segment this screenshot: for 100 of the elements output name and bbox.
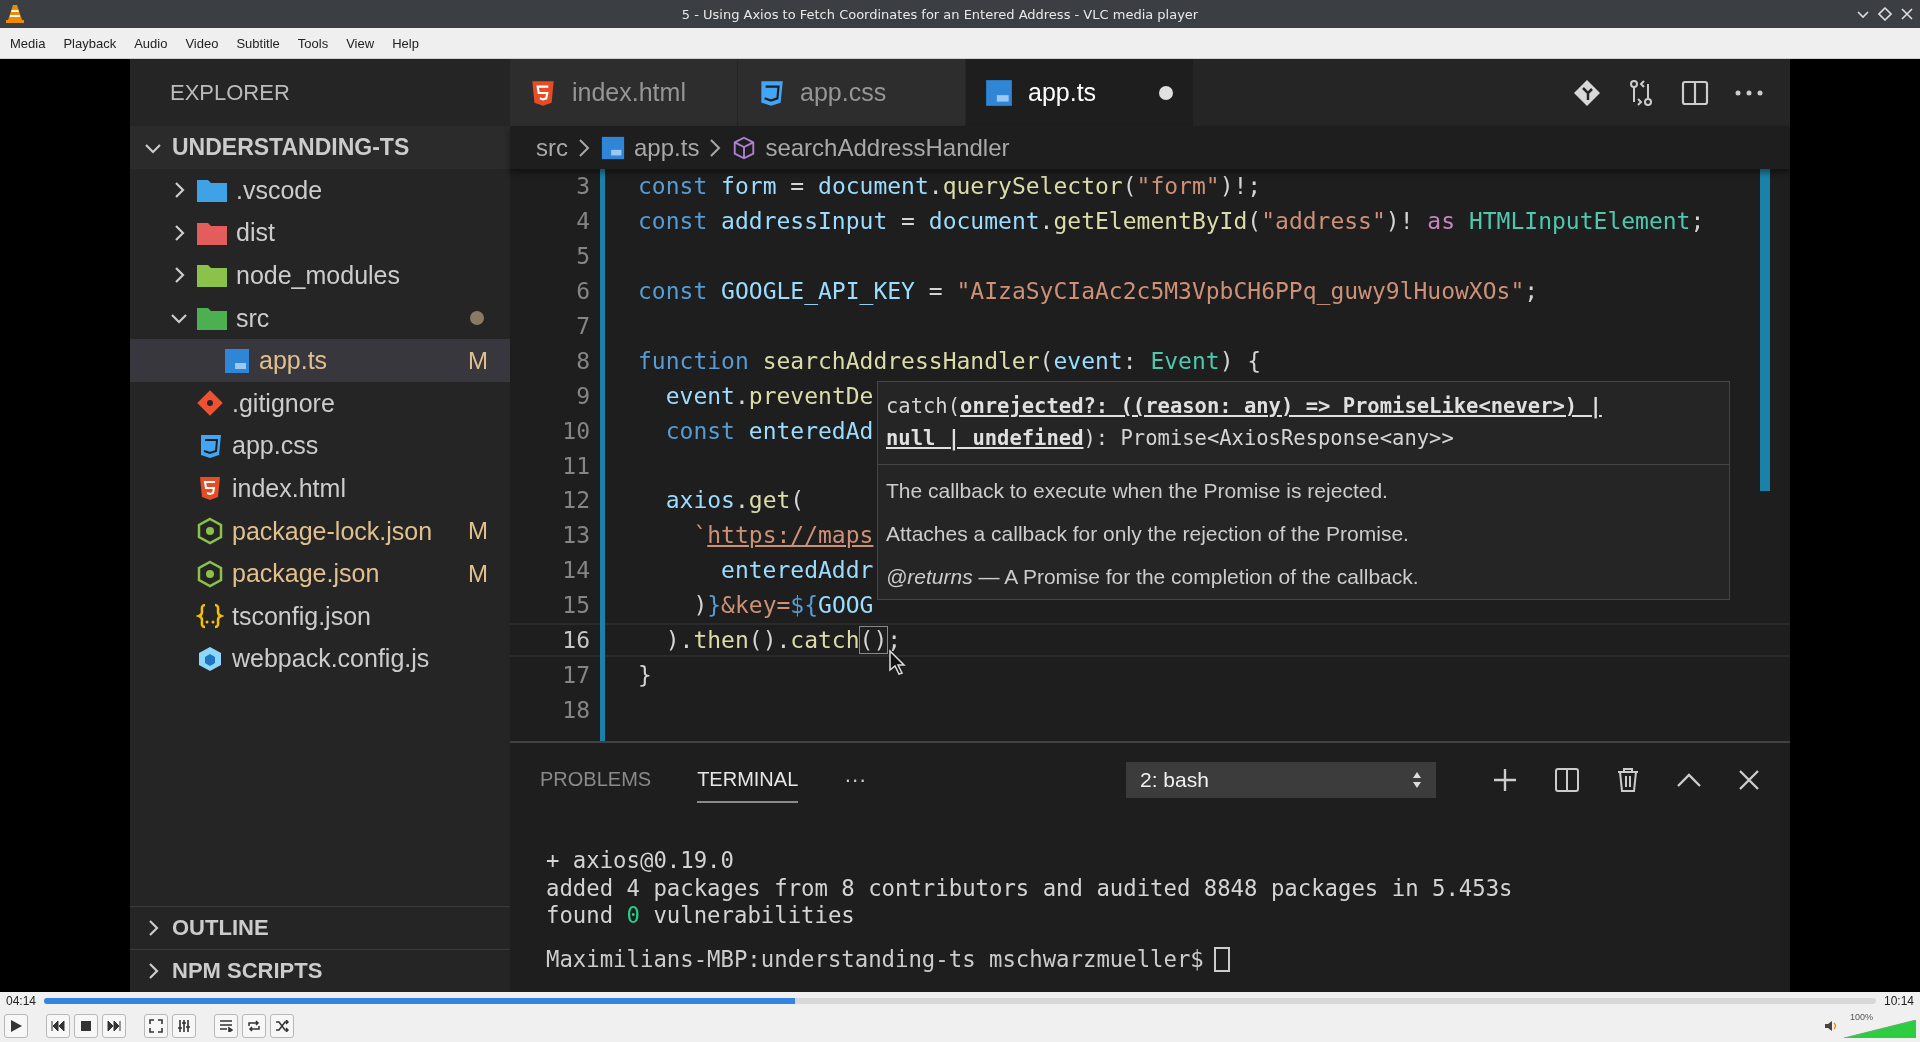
- speaker-icon[interactable]: [1824, 1020, 1838, 1032]
- menu-item[interactable]: Subtitle: [228, 31, 288, 55]
- close-icon[interactable]: [1900, 7, 1914, 21]
- stop-icon: [81, 1021, 91, 1031]
- file-name: dist: [236, 218, 276, 248]
- file-icon: [600, 134, 626, 161]
- menu-item[interactable]: Playback: [55, 31, 125, 55]
- close-icon[interactable]: [1738, 769, 1760, 791]
- line-number: 13: [561, 522, 590, 549]
- scrollbar[interactable]: [1760, 169, 1770, 491]
- menu-item[interactable]: View: [338, 31, 383, 55]
- file-icon: [223, 346, 251, 375]
- line-number: 11: [561, 452, 590, 479]
- code-line: enteredAddr: [720, 557, 874, 584]
- file-icon: [984, 77, 1014, 108]
- loop-button[interactable]: [242, 1014, 266, 1038]
- signature-line: catch(onrejected?: ((reason: any) => PromiseLike<never>) |: [886, 393, 1603, 421]
- chevron-icon: [578, 137, 590, 158]
- more-button[interactable]: ···: [844, 767, 867, 793]
- tree-item[interactable]: node_modules: [130, 254, 510, 297]
- seek-bar[interactable]: [44, 998, 1876, 1004]
- unsaved-dot: [1159, 85, 1173, 100]
- line-number: 16: [561, 627, 590, 653]
- editor-tab[interactable]: app.css: [738, 59, 966, 126]
- code-line: )}&key=${GOOG: [692, 592, 874, 619]
- file-icon: [196, 559, 224, 588]
- tree-item[interactable]: UNDERSTANDING-TS: [130, 126, 510, 169]
- panel-tab[interactable]: PROBLEMS: [540, 757, 652, 803]
- braces-icon: [196, 602, 224, 631]
- file-name: webpack.config.js: [232, 644, 431, 674]
- tree-item[interactable]: app.css: [130, 424, 510, 468]
- breadcrumb[interactable]: app.ts: [600, 133, 700, 162]
- tree-item[interactable]: .vscode: [130, 169, 510, 212]
- editor-tab[interactable]: app.ts: [966, 59, 1194, 126]
- menu-item[interactable]: Tools: [289, 31, 337, 55]
- equalizer-button[interactable]: [172, 1014, 196, 1038]
- line-number: 15: [561, 592, 590, 619]
- file-name: app.css: [232, 431, 320, 461]
- menu-item[interactable]: Media: [2, 31, 54, 55]
- line-number: 8: [575, 347, 590, 374]
- code-line: ).then().catch();: [664, 627, 902, 653]
- previous-button[interactable]: [46, 1014, 70, 1038]
- file-name: src: [236, 303, 271, 333]
- tree-item[interactable]: webpack.config.js: [130, 637, 510, 681]
- next-button[interactable]: [102, 1014, 126, 1038]
- sidebar-section[interactable]: OUTLINE: [130, 906, 510, 949]
- chevron-up-icon[interactable]: [1676, 772, 1702, 788]
- code-line: const form = document.querySelector("form")!;: [638, 173, 1262, 200]
- maximize-icon[interactable]: [1878, 7, 1892, 21]
- playlist-button[interactable]: [214, 1014, 238, 1038]
- volume-level: 100%: [1850, 1012, 1874, 1022]
- line-number: 10: [561, 417, 590, 444]
- file-name: app.ts: [259, 346, 329, 376]
- play-button[interactable]: [4, 1014, 28, 1038]
- menu-item[interactable]: Video: [177, 31, 227, 55]
- terminal-prompt: Maximilians-MBP:understanding-ts mschwarzmueller$: [546, 945, 1204, 973]
- file-name: index.html: [232, 473, 347, 503]
- line-number: 18: [561, 696, 590, 723]
- line-number: 5: [575, 243, 590, 270]
- signature-line: null | undefined): Promise<AxiosResponse<any>>: [886, 425, 1455, 453]
- breadcrumb[interactable]: src: [536, 133, 568, 162]
- code-line: const GOOGLE_API_KEY = "AIzaSyCIaAc2c5M3VpbCH6PPq_guwy9lHuowXOs";: [638, 278, 1539, 305]
- split-icon[interactable]: [1554, 767, 1580, 793]
- panel-tab[interactable]: TERMINAL: [697, 757, 799, 803]
- diamond-icon[interactable]: [1572, 77, 1602, 108]
- git-status-label: M: [468, 517, 488, 546]
- total-time: 10:14: [1883, 994, 1914, 1008]
- stop-button[interactable]: [74, 1014, 98, 1038]
- fullscreen-button[interactable]: [144, 1014, 168, 1038]
- more-icon[interactable]: [1734, 88, 1764, 97]
- line-number: 3: [575, 173, 590, 200]
- tree-item[interactable]: package-lock.json M: [130, 509, 510, 553]
- traffic-cone-icon: [6, 4, 24, 24]
- terminal-line: added 4 packages from 8 contributors and audited 8848 packages in 5.453s: [546, 874, 1514, 902]
- tree-item[interactable]: dist: [130, 211, 510, 255]
- breadcrumb[interactable]: searchAddressHandler: [731, 133, 1010, 162]
- tree-item[interactable]: package.json M: [130, 552, 510, 595]
- file-name: package.json: [232, 559, 381, 589]
- plus-icon[interactable]: [1492, 767, 1518, 793]
- menu-item[interactable]: Help: [384, 31, 427, 55]
- shuffle-icon: [275, 1020, 289, 1032]
- code-line: event.preventDe: [664, 382, 874, 409]
- line-number: 14: [561, 557, 590, 584]
- terminal-dropdown[interactable]: 2: bash: [1126, 762, 1436, 798]
- editor-tab[interactable]: index.html: [510, 59, 738, 126]
- sliders-icon: [177, 1019, 191, 1033]
- mouse-pointer-icon: [888, 649, 906, 675]
- tree-item[interactable]: index.html: [130, 467, 510, 510]
- loop-icon: [247, 1020, 261, 1032]
- tree-item[interactable]: src: [130, 296, 510, 340]
- tree-item[interactable]: .gitignore: [130, 381, 510, 425]
- tree-item[interactable]: tsconfig.json: [130, 594, 510, 638]
- shuffle-button[interactable]: [270, 1014, 294, 1038]
- menu-item[interactable]: Audio: [126, 31, 176, 55]
- terminal-line: + axios@0.19.0: [546, 847, 735, 875]
- tree-item[interactable]: app.ts M: [130, 339, 510, 382]
- trash-icon[interactable]: [1616, 767, 1640, 793]
- file-name: .gitignore: [232, 388, 336, 418]
- code-line: axios.get(: [664, 487, 805, 514]
- doc-text: Attaches a callback for only the rejection of the Promise.: [886, 522, 1410, 546]
